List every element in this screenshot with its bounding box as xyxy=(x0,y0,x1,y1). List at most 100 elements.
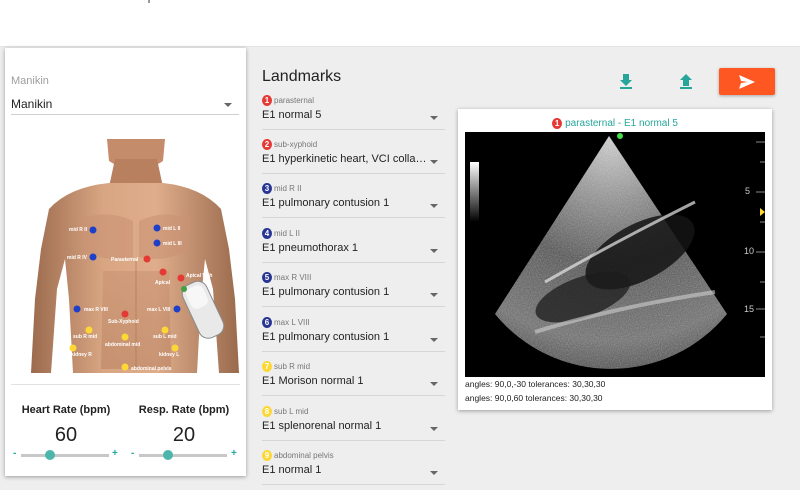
heart-rate-minus[interactable]: - xyxy=(13,448,16,459)
ultrasound-title-text: parasternal - E1 normal 5 xyxy=(565,118,678,129)
landmark-underline xyxy=(262,484,445,485)
landmark-header: 4 mid L II xyxy=(262,228,300,240)
landmark-select-7[interactable]: 7 sub R mid E1 Morison normal 1 xyxy=(262,361,445,405)
landmark-select-1[interactable]: 1 parasternal E1 normal 5 xyxy=(262,95,445,139)
chevron-down-icon xyxy=(430,204,438,208)
landmark-value: E1 hyperkinetic heart, VCI collapse xyxy=(262,153,428,165)
dot-sub-r-mid[interactable] xyxy=(85,326,93,334)
heart-rate-label: Heart Rate (bpm) xyxy=(21,404,111,416)
ultrasound-title: 1 parasternal - E1 normal 5 xyxy=(458,118,772,129)
chevron-down-icon xyxy=(224,103,232,107)
resp-rate-slider[interactable]: - + xyxy=(131,448,239,462)
landmark-value: E1 pneumothorax 1 xyxy=(262,242,359,254)
heart-rate-thumb[interactable] xyxy=(45,450,56,460)
heart-rate-value: 60 xyxy=(54,424,78,446)
landmark-select-9[interactable]: 9 abdominal pelvis E1 normal 1 xyxy=(262,450,445,494)
label-kidney-r: kidney R xyxy=(71,352,92,358)
label-sub-xyphoid: Sub-Xyphoid xyxy=(108,319,139,325)
chevron-down-icon xyxy=(430,249,438,253)
dot-kidney-r[interactable] xyxy=(69,344,77,352)
landmark-underline xyxy=(262,395,445,396)
landmark-header: 6 max L VIII xyxy=(262,317,310,329)
chevron-down-icon xyxy=(430,338,438,342)
dot-sub-l-mid[interactable] xyxy=(161,326,169,334)
heart-rate-slider[interactable]: - + xyxy=(13,448,119,462)
resp-rate-value: 20 xyxy=(172,424,196,446)
label-mid-l-iii: mid L III xyxy=(163,241,182,247)
label-sub-r-mid: sub R mid xyxy=(73,334,97,340)
heart-rate-track[interactable] xyxy=(21,454,109,457)
dot-mid-l-ii[interactable] xyxy=(153,224,161,232)
depth-tick-15: 15 xyxy=(744,304,754,314)
dot-sub-xyphoid[interactable] xyxy=(121,310,129,318)
landmark-underline xyxy=(262,306,445,307)
dot-apical-5ch[interactable] xyxy=(177,274,185,282)
landmark-select-8[interactable]: 8 sub L mid E1 splenorenal normal 1 xyxy=(262,406,445,450)
landmark-badge: 6 xyxy=(262,317,272,328)
landmark-badge: 2 xyxy=(262,139,272,150)
dot-kidney-l[interactable] xyxy=(171,344,179,352)
landmark-underline xyxy=(262,173,445,174)
landmark-underline xyxy=(262,440,445,441)
landmark-select-4[interactable]: 4 mid L II E1 pneumothorax 1 xyxy=(262,228,445,272)
upload-icon[interactable] xyxy=(677,72,695,90)
top-bar xyxy=(0,0,800,46)
dot-mid-r-iv[interactable] xyxy=(89,253,97,261)
landmark-badge: 5 xyxy=(262,272,272,283)
send-button[interactable] xyxy=(719,68,775,95)
landmark-name: parasternal xyxy=(274,96,315,105)
landmark-underline xyxy=(262,129,445,130)
resp-rate-thumb[interactable] xyxy=(163,450,174,460)
angles-info-1: angles: 90,0,-30 tolerances: 30,30,30 xyxy=(465,379,606,389)
label-sub-l-mid: sub L mid xyxy=(153,334,177,340)
landmark-name: sub R mid xyxy=(274,362,311,371)
landmark-name: max R VIII xyxy=(274,273,312,282)
manikin-select[interactable]: Manikin xyxy=(11,93,239,115)
send-icon xyxy=(739,75,755,89)
ultrasound-card: 1 parasternal - E1 normal 5 5 10 15 angl… xyxy=(458,109,772,410)
label-abdominal-pelvis: abdominal pelvis xyxy=(131,366,172,372)
dot-abdominal-mid[interactable] xyxy=(121,333,129,341)
landmark-header: 3 mid R II xyxy=(262,183,302,195)
dot-abdominal-pelvis[interactable] xyxy=(121,363,129,371)
resp-rate-track[interactable] xyxy=(139,454,227,457)
label-max-r-viii: max R VIII xyxy=(84,307,109,313)
chevron-down-icon xyxy=(430,160,438,164)
card-divider xyxy=(11,384,240,385)
dot-apical[interactable] xyxy=(159,268,167,276)
manikin-card: Manikin Manikin mid R II mid L II mid L … xyxy=(5,48,246,476)
landmark-select-6[interactable]: 6 max L VIII E1 pulmonary contusion 1 xyxy=(262,317,445,361)
dot-mid-l-iii[interactable] xyxy=(153,239,161,247)
ultrasound-screen[interactable]: 5 10 15 xyxy=(465,132,765,377)
heart-rate-plus[interactable]: + xyxy=(112,448,118,459)
landmark-value: E1 pulmonary contusion 1 xyxy=(262,331,390,343)
dot-max-r-viii[interactable] xyxy=(73,305,81,313)
chevron-down-icon xyxy=(430,382,438,386)
label-parasternal: Parasternal xyxy=(111,257,139,263)
landmark-underline xyxy=(262,351,445,352)
landmark-value: E1 pulmonary contusion 1 xyxy=(262,197,390,209)
landmark-select-2[interactable]: 2 sub-xyphoid E1 hyperkinetic heart, VCI … xyxy=(262,139,445,183)
label-mid-l-ii: mid L II xyxy=(163,226,181,232)
landmark-value: E1 normal 5 xyxy=(262,109,322,121)
landmark-name: mid R II xyxy=(274,184,302,193)
heart-rate-block: Heart Rate (bpm) 60 xyxy=(11,404,121,447)
manikin-select-label: Manikin xyxy=(11,75,49,87)
resp-rate-label: Resp. Rate (bpm) xyxy=(138,404,230,416)
dot-max-l-viii[interactable] xyxy=(173,305,181,313)
landmark-header: 9 abdominal pelvis xyxy=(262,450,334,462)
landmark-select-5[interactable]: 5 max R VIII E1 pulmonary contusion 1 xyxy=(262,272,445,316)
download-icon[interactable] xyxy=(617,72,635,90)
angles-info-2: angles: 90,0,60 tolerances: 30,30,30 xyxy=(465,393,603,403)
label-apical: Apical xyxy=(155,280,171,286)
label-mid-r-iv: mid R IV xyxy=(67,255,88,261)
resp-rate-minus[interactable]: - xyxy=(131,448,134,459)
resp-rate-plus[interactable]: + xyxy=(231,448,237,459)
landmark-underline xyxy=(262,262,445,263)
landmark-underline xyxy=(262,217,445,218)
landmark-header: 8 sub L mid xyxy=(262,406,308,418)
dot-mid-r-ii[interactable] xyxy=(89,226,97,234)
dot-parasternal[interactable] xyxy=(143,255,151,263)
chevron-down-icon xyxy=(430,427,438,431)
landmark-select-3[interactable]: 3 mid R II E1 pulmonary contusion 1 xyxy=(262,183,445,227)
